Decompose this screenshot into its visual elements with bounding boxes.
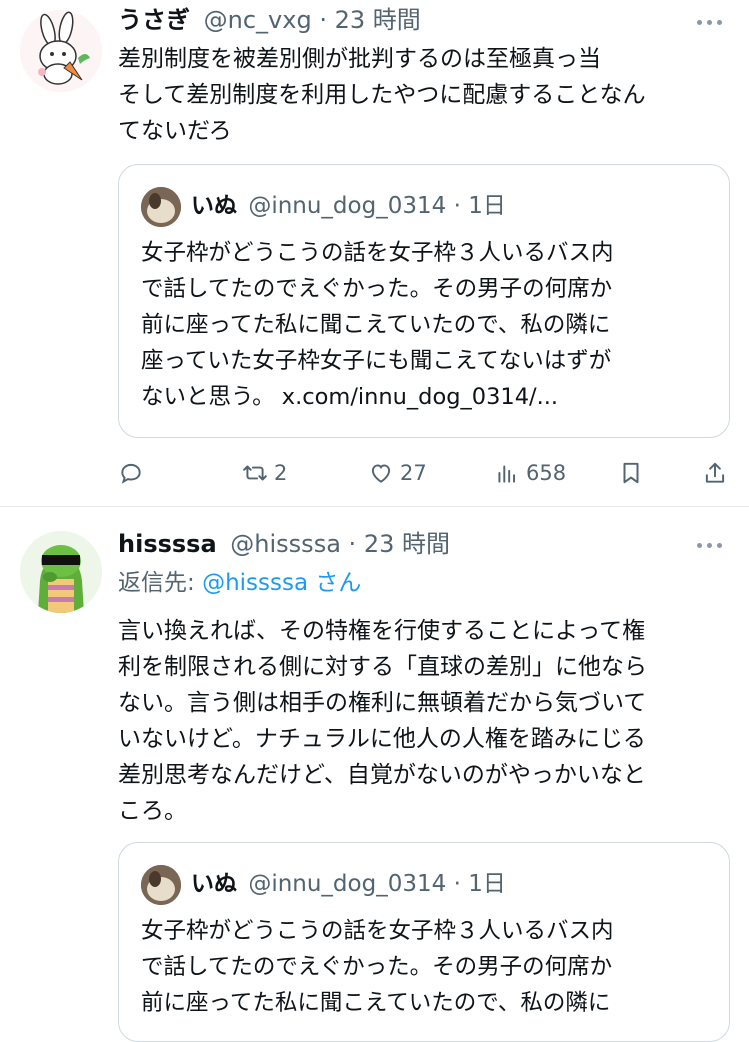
tweet-text-line: 差別制度を被差別側が批判するのは至極真っ当 xyxy=(118,46,601,72)
quote-text-line: で話してたのでえぐかった。その男子の何席か xyxy=(141,276,613,302)
quote-author-name: いぬ xyxy=(191,871,237,897)
more-options-icon[interactable] xyxy=(697,12,727,32)
author-handle[interactable]: @nc_vxg xyxy=(204,6,312,34)
tweet[interactable]: hissssa @hissssa · 23 時間 返信先: @hissssa さ… xyxy=(0,507,749,1042)
quoted-tweet[interactable]: いぬ @innu_dog_0314 · 1日 女子枠がどうこうの話を女子枠３人い… xyxy=(118,164,730,438)
quote-text-line: 女子枠がどうこうの話を女子枠３人いるバス内 xyxy=(141,240,614,266)
author-name[interactable]: hissssa xyxy=(118,530,217,558)
quote-author-handle: @innu_dog_0314 xyxy=(248,193,447,219)
reply-to-prefix: 返信先: xyxy=(118,570,203,596)
quote-text: 女子枠がどうこうの話を女子枠３人いるバス内 で話してたのでえぐかった。その男子の… xyxy=(141,235,711,415)
heart-icon xyxy=(371,464,391,483)
avatar-frog[interactable] xyxy=(20,531,102,613)
separator: · xyxy=(453,193,461,219)
tweet-text-line: 利を制限される側に対する「直球の差別」に他なら xyxy=(118,654,647,680)
quote-header: いぬ @innu_dog_0314 · 1日 xyxy=(191,869,506,899)
quote-timestamp: 1日 xyxy=(468,193,506,219)
reply-button[interactable] xyxy=(118,455,150,491)
tweet-text-line: ない。言う側は相手の権利に無頓着だから気づいて xyxy=(118,690,647,716)
rabbit-avatar-image xyxy=(20,10,102,92)
reply-to-line: 返信先: @hissssa さん xyxy=(118,568,361,598)
tweet-text-line: いないけど。ナチュラルに他人の人権を踏みにじる xyxy=(118,726,646,752)
like-button[interactable]: 27 xyxy=(368,455,427,491)
retweet-icon xyxy=(243,465,267,481)
views-button[interactable]: 658 xyxy=(494,455,566,491)
avatar-rabbit[interactable] xyxy=(20,10,102,92)
share-icon xyxy=(705,462,725,483)
quote-author-name: いぬ xyxy=(191,193,237,219)
bookmark-button[interactable] xyxy=(618,455,644,491)
quote-text: 女子枠がどうこうの話を女子枠３人いるバス内 で話してたのでえぐかった。その男子の… xyxy=(141,913,711,1021)
author-handle[interactable]: @hissssa xyxy=(230,530,341,558)
tweet-text-line: そして差別制度を利用したやつに配慮することなん xyxy=(118,82,646,108)
quote-avatar[interactable] xyxy=(141,865,181,905)
tweet[interactable]: うさぎ @nc_vxg · 23 時間 差別制度を被差別側が批判するのは至極真っ… xyxy=(0,0,749,506)
reply-to-suffix: さん xyxy=(308,570,362,596)
quote-text-line: 座っていた女子枠女子にも聞こえてないはずが xyxy=(141,348,612,374)
tweet-text: 差別制度を被差別側が批判するのは至極真っ当 そして差別制度を利用したやつに配慮す… xyxy=(118,41,728,149)
tweet-actions: 2 27 658 xyxy=(118,455,730,491)
quote-avatar[interactable] xyxy=(141,187,181,227)
reply-icon xyxy=(121,463,141,484)
bookmark-icon xyxy=(623,462,639,484)
frog-avatar-image xyxy=(20,531,102,613)
separator: · xyxy=(319,6,327,34)
separator: · xyxy=(453,871,461,897)
tweet-text-line: てないだろ xyxy=(118,118,232,144)
like-count: 27 xyxy=(400,461,427,485)
retweet-button[interactable]: 2 xyxy=(242,455,287,491)
quote-timestamp: 1日 xyxy=(468,871,506,897)
author-name[interactable]: うさぎ xyxy=(118,6,190,34)
tweet-text-line: ころ。 xyxy=(118,798,187,824)
tweet-text: 言い換えれば、その特権を行使することによって権 利を制限される側に対する「直球の… xyxy=(118,613,728,829)
tweet-header: うさぎ @nc_vxg · 23 時間 xyxy=(118,5,421,35)
separator: · xyxy=(348,530,357,558)
timestamp[interactable]: 23 時間 xyxy=(364,530,450,558)
timestamp[interactable]: 23 時間 xyxy=(335,6,421,34)
tweet-text-line: 言い換えれば、その特権を行使することによって権 xyxy=(118,618,646,644)
bar-chart-icon xyxy=(498,465,516,483)
dog-avatar-image xyxy=(141,187,181,227)
more-options-icon[interactable] xyxy=(697,535,727,555)
tweet-text-line: 差別思考なんだけど、自覚がないのがやっかいなと xyxy=(118,762,646,788)
quote-header: いぬ @innu_dog_0314 · 1日 xyxy=(191,191,506,221)
quote-text-line: 前に座ってた私に聞こえていたので、私の隣に xyxy=(141,990,611,1016)
tweet-header: hissssa @hissssa · 23 時間 xyxy=(118,529,450,559)
quote-text-line: 前に座ってた私に聞こえていたので、私の隣に xyxy=(141,312,611,338)
reply-to-handle[interactable]: @hissssa xyxy=(202,570,308,596)
quote-author-handle: @innu_dog_0314 xyxy=(248,871,447,897)
quote-text-line: ないと思う。 x.com/innu_dog_0314/... xyxy=(141,384,559,410)
dog-avatar-image xyxy=(141,865,181,905)
quote-text-line: で話してたのでえぐかった。その男子の何席か xyxy=(141,954,613,980)
quote-text-line: 女子枠がどうこうの話を女子枠３人いるバス内 xyxy=(141,918,614,944)
share-button[interactable] xyxy=(702,455,728,491)
quoted-tweet[interactable]: いぬ @innu_dog_0314 · 1日 女子枠がどうこうの話を女子枠３人い… xyxy=(118,842,730,1042)
views-count: 658 xyxy=(526,461,567,485)
retweet-count: 2 xyxy=(274,461,288,485)
